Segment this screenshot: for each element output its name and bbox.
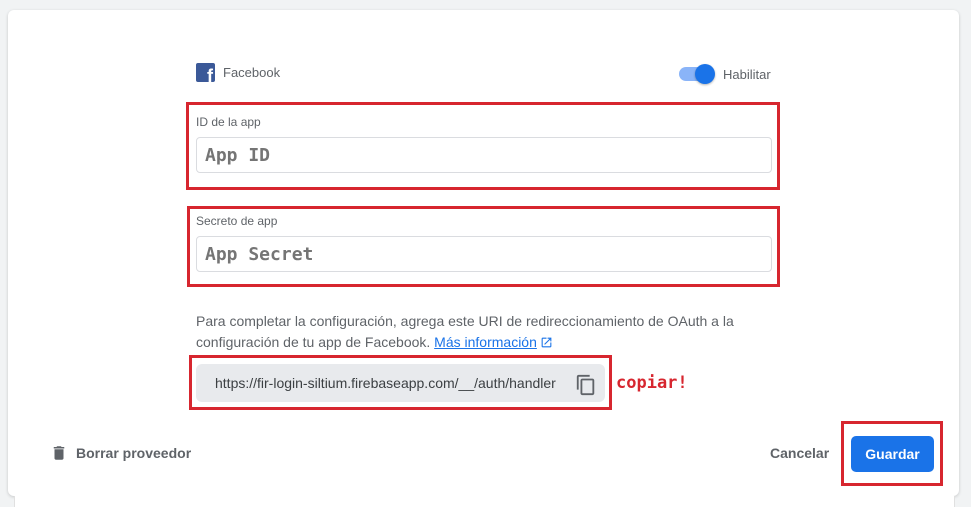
cancel-button[interactable]: Cancelar <box>770 445 829 461</box>
more-info-link[interactable]: Más información <box>434 334 553 350</box>
app-secret-label: Secreto de app <box>196 214 278 228</box>
save-button[interactable]: Guardar <box>851 436 934 472</box>
oauth-help-text: Para completar la configuración, agrega … <box>196 311 756 353</box>
provider-header: f Facebook <box>196 63 280 82</box>
copy-icon[interactable] <box>575 374 597 396</box>
app-id-placeholder: App ID <box>205 144 271 166</box>
provider-name: Facebook <box>223 65 281 80</box>
facebook-icon: f <box>196 63 215 82</box>
app-id-label: ID de la app <box>196 115 261 129</box>
more-info-link-text: Más información <box>434 334 537 350</box>
app-secret-input[interactable]: App Secret <box>196 236 772 272</box>
app-id-input[interactable]: App ID <box>196 137 772 173</box>
trash-icon <box>53 446 65 460</box>
delete-provider-label: Borrar proveedor <box>76 445 192 461</box>
app-secret-placeholder: App Secret <box>205 243 314 265</box>
enable-toggle-label: Habilitar <box>723 66 771 82</box>
enable-toggle-row: Habilitar <box>679 64 771 84</box>
card-bottom-edge <box>14 496 955 507</box>
toggle-thumb <box>695 64 715 84</box>
delete-provider-button[interactable]: Borrar proveedor <box>50 443 191 463</box>
redirect-uri-box: https://fir-login-siltium.firebaseapp.co… <box>196 364 605 402</box>
redirect-uri: https://fir-login-siltium.firebaseapp.co… <box>215 375 556 391</box>
external-link-icon <box>541 337 552 348</box>
enable-toggle[interactable] <box>679 64 715 84</box>
copy-annotation: copiar! <box>616 373 688 393</box>
